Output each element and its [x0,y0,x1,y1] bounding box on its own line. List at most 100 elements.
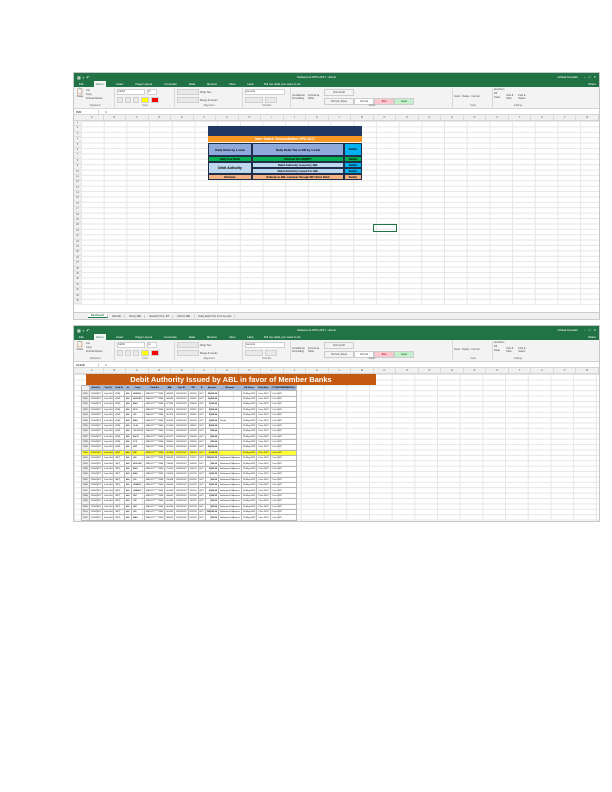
table-cell[interactable]: 4385471******3484 [143,514,166,521]
column-header[interactable]: U [531,115,554,120]
table-cell[interactable]: 11/05/2022 [88,449,103,457]
table-cell[interactable]: Settlement Difference [218,465,242,473]
table-cell[interactable]: 250,000.00 [204,455,220,462]
delete-cells-button[interactable]: Delete [462,95,469,98]
table-cell[interactable]: 11/05/2022 [88,417,103,424]
column-header[interactable]: B [104,368,127,373]
table-cell[interactable]: 4385471******3484 [143,428,166,435]
table-cell[interactable]: 4385471******3484 [143,465,166,473]
wrap-text-button[interactable]: Wrap Text [200,344,211,347]
table-cell[interactable]: 4385471******3484 [143,395,166,403]
decimal-buttons[interactable] [265,97,277,103]
table-cell[interactable]: 4385471******3484 [143,411,166,419]
column-header[interactable]: B [104,115,127,120]
table-cell[interactable]: 11/05/2022 [88,428,103,435]
table-cell[interactable]: 05/26/2022 [174,508,189,516]
table-cell[interactable]: TELENOR [130,428,145,435]
table-cell[interactable]: Cash Wd [101,455,115,462]
table-cell[interactable]: BAOB [130,519,145,521]
tab-data[interactable]: Data [187,335,197,339]
share-button[interactable]: Share [588,82,596,86]
column-header[interactable]: I [261,115,284,120]
number-format-select[interactable]: General [245,342,285,348]
column-header[interactable]: T [509,368,532,373]
table-cell[interactable]: Cash Wd [101,514,115,521]
italic-button[interactable] [125,97,131,103]
font-size-select[interactable]: 11 [147,89,157,95]
table-cell[interactable]: 4 Jun 2022 [256,411,271,419]
table-cell[interactable]: 500.00 [204,519,220,521]
column-header[interactable]: H [239,368,262,373]
table-cell[interactable]: 26-May-2022 [240,438,258,446]
table-cell[interactable]: 11/05/2022 [88,401,103,408]
column-header[interactable]: L [329,115,352,120]
table-cell[interactable]: 05/26/2022 [174,401,189,408]
table-cell[interactable]: 4 Jun 2022 [256,455,271,462]
column-header[interactable]: M [351,368,374,373]
column-header[interactable]: G [216,115,239,120]
delete-cells-button[interactable]: Delete [462,348,469,351]
column-header[interactable]: J [284,368,307,373]
format-painter-button[interactable]: Format Painter [86,350,103,354]
decimal-buttons[interactable] [265,350,277,356]
font-name-select[interactable]: Calibri [117,89,145,95]
save-icon[interactable]: ▪ [83,75,84,80]
tab-insert[interactable]: Insert [114,82,126,86]
user-name[interactable]: Ishtiak Hossain [538,328,578,332]
table-cell[interactable]: 26-May-2022 [240,492,258,500]
tab-formulas[interactable]: Formulas [162,335,179,339]
column-header[interactable]: Q [441,368,464,373]
table-cell[interactable]: 05/26/2022 [174,455,189,462]
table-cell[interactable]: 4 Jun 2022 [256,428,271,435]
table-cell[interactable]: Settlement Difference [218,460,242,467]
column-header[interactable]: R [464,368,487,373]
column-header[interactable]: D [149,368,172,373]
currency-buttons[interactable] [245,350,263,356]
clear-button[interactable]: Clear [494,349,504,353]
table-cell[interactable]: 11/05/2022 [88,492,103,500]
table-cell[interactable]: 26-May-2022 [240,401,258,408]
table-cell[interactable]: 4 Jun 2022 [256,498,271,505]
row-header[interactable]: 34 [74,299,81,305]
table-cell[interactable]: 05/26/2022 [174,444,189,451]
column-header[interactable]: P [419,368,442,373]
table-cell[interactable]: 4 Jun 2022 [256,449,271,457]
table-cell[interactable]: 26-May-2022 [240,428,258,435]
table-cell[interactable]: 4385471******3484 [143,487,166,494]
table-cell[interactable]: 100,000.00 [204,508,220,516]
column-header[interactable]: A [81,115,104,120]
table-cell[interactable]: 05/26/2022 [174,481,189,489]
tab-home[interactable]: Home [93,81,106,87]
name-box[interactable]: P20 [74,109,99,114]
number-format-select[interactable]: General [245,89,285,95]
paste-button[interactable]: 📋 Paste [76,89,84,101]
table-cell[interactable]: 05/26/2022 [174,465,189,473]
table-cell[interactable]: Settlement Difference [218,481,242,489]
table-cell[interactable]: 4385471******3484 [143,417,166,424]
share-button[interactable]: Share [588,335,596,339]
tab-help[interactable]: Help [245,335,255,339]
table-cell[interactable]: Cash Wd [101,465,115,473]
table-cell[interactable]: 26-May-2022 [240,503,258,511]
table-cell[interactable]: 05/26/2022 [174,422,189,430]
table-cell[interactable]: 4385471******3484 [143,390,166,397]
table-cell[interactable]: 26-May-2022 [240,411,258,419]
column-header[interactable]: P [419,115,442,120]
table-cell[interactable]: 11/05/2022 [88,438,103,446]
table-cell[interactable]: 26-May-2022 [240,395,258,403]
format-as-table-button[interactable]: Format as Table [308,88,322,100]
worksheet-grid[interactable]: Debit Authority Issued by ABL in favor o… [74,374,599,521]
indent-buttons[interactable] [177,350,199,356]
font-color-button[interactable] [151,97,159,103]
table-cell[interactable]: 05/26/2022 [174,492,189,500]
table-cell[interactable]: 4 Jun 2022 [256,481,271,489]
column-header[interactable]: O [396,115,419,120]
close-icon[interactable]: ✕ [593,75,596,79]
tab-review[interactable]: Review [205,335,219,339]
table-cell[interactable]: 4385471******3484 [143,444,166,451]
table-cell[interactable]: Settlement Difference [218,498,242,505]
table-cell[interactable]: Settlement Difference [218,476,242,484]
table-cell[interactable]: 4385471******3484 [143,422,166,430]
table-cell[interactable]: 20,000.00 [204,390,220,397]
table-cell[interactable]: Cash Wd [101,508,115,516]
